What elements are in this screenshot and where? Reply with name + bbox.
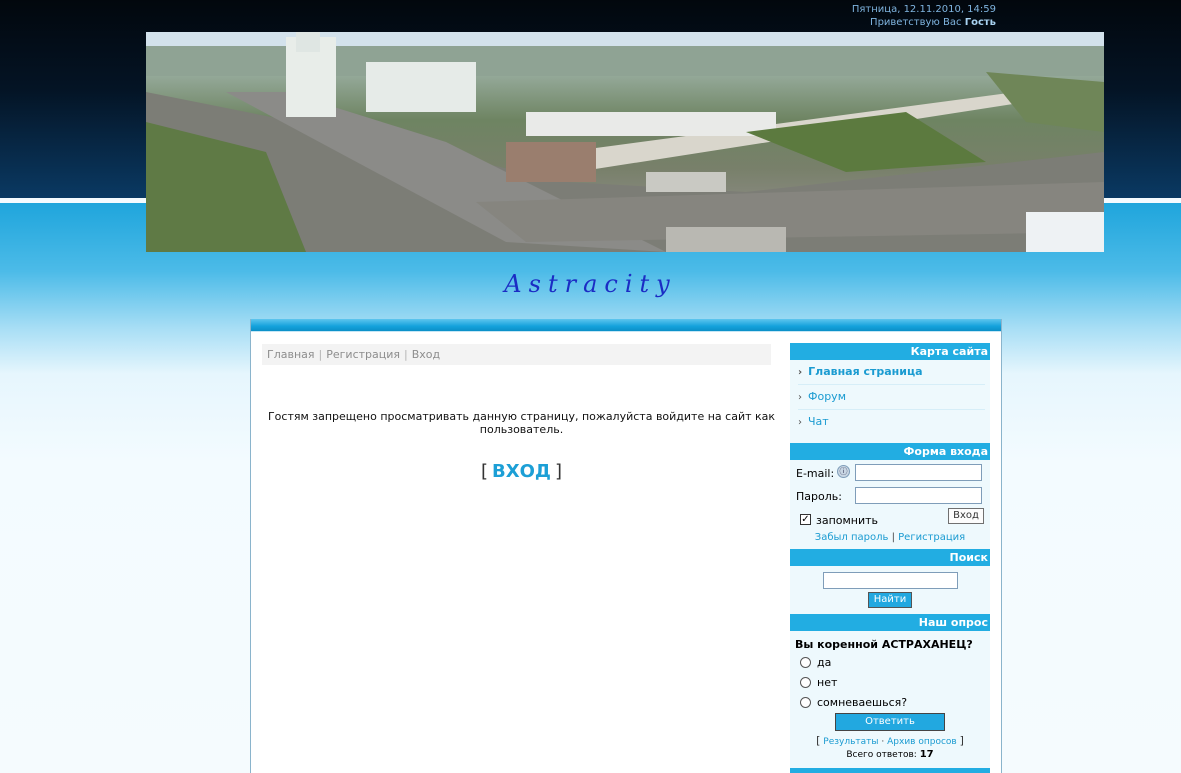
poll-option[interactable]: да <box>790 653 990 673</box>
breadcrumb-separator: | <box>318 348 323 361</box>
poll-option-label: нет <box>817 676 838 689</box>
remember-checkbox[interactable]: ✓ <box>800 514 811 525</box>
sitemap-item-chat[interactable]: › Чат <box>798 410 985 434</box>
header-info: Пятница, 12.11.2010, 14:59 Приветствую В… <box>852 3 996 29</box>
search-input[interactable] <box>822 572 958 589</box>
poll-bracket-open: [ <box>816 734 821 747</box>
openid-icon[interactable]: ⓘ <box>837 465 850 478</box>
poll-archive-link[interactable]: Архив опросов <box>887 737 957 747</box>
password-row: Пароль: <box>790 485 990 508</box>
password-field[interactable] <box>855 487 982 504</box>
poll-bracket-close: ] <box>959 734 964 747</box>
content-container: Главная | Регистрация | Вход Гостям запрещен… <box>250 319 1002 773</box>
login-links: Забыл пароль | Регистрация <box>790 531 990 545</box>
greeting-user: Гость <box>964 17 996 28</box>
email-row: E-mail: ⓘ <box>790 462 990 485</box>
radio-button[interactable] <box>800 697 811 708</box>
poll-question: Вы коренной АСТРАХАНЕЦ? <box>795 638 973 651</box>
poll-total-label: Всего ответов: <box>846 750 917 760</box>
poll-option-label: да <box>817 656 832 669</box>
search-title: Поиск <box>790 549 990 566</box>
sitemap-item-label: Главная страница <box>808 365 923 378</box>
sitemap-item-home[interactable]: › Главная страница <box>798 360 985 385</box>
breadcrumb-login-link[interactable]: Вход <box>412 348 440 361</box>
chevron-right-icon: › <box>798 417 802 428</box>
sidebar-bottom-bar <box>790 768 990 773</box>
remember-label: запомнить <box>816 514 879 527</box>
login-submit-button[interactable]: Вход <box>948 508 984 524</box>
chevron-right-icon: › <box>798 367 803 378</box>
breadcrumb-separator: | <box>404 348 408 361</box>
poll-option[interactable]: нет <box>790 673 990 693</box>
sitemap-item-forum[interactable]: › Форум <box>798 385 985 410</box>
search-button[interactable]: Найти <box>868 592 912 608</box>
poll-vote-button[interactable]: Ответить <box>835 713 945 731</box>
sitemap-item-label: Чат <box>808 415 829 428</box>
login-form-title: Форма входа <box>790 443 990 460</box>
access-denied-message: Гостям запрещено просматривать данную ст… <box>267 410 776 436</box>
breadcrumb: Главная | Регистрация | Вход <box>262 344 771 365</box>
sitemap-title: Карта сайта <box>790 343 990 360</box>
forgot-password-link[interactable]: Забыл пароль <box>815 532 889 543</box>
poll-total-value: 17 <box>919 749 934 760</box>
breadcrumb-register-link[interactable]: Регистрация <box>326 348 400 361</box>
poll-links: [ Результаты · Архив опросов ] <box>790 731 990 748</box>
register-link[interactable]: Регистрация <box>898 532 965 543</box>
poll-option[interactable]: сомневаешься? <box>790 693 990 713</box>
poll-option-label: сомневаешься? <box>817 696 908 709</box>
email-label: E-mail: <box>796 467 835 480</box>
enter-bracket-open: [ <box>481 461 489 482</box>
greeting-text: Приветствую Вас <box>870 17 962 28</box>
poll-bullet: · <box>881 737 885 747</box>
sitemap-item-label: Форум <box>808 390 846 403</box>
poll-results-link[interactable]: Результаты <box>823 737 878 747</box>
poll-title: Наш опрос <box>790 614 990 631</box>
email-field[interactable] <box>855 464 982 481</box>
enter-link-wrapper: [ВХОД] <box>262 461 781 482</box>
current-datetime: Пятница, 12.11.2010, 14:59 <box>851 4 996 15</box>
links-separator: | <box>891 532 895 543</box>
enter-bracket-close: ] <box>554 461 562 482</box>
header-banner-photo <box>146 32 1104 252</box>
container-top-bar <box>251 319 1001 332</box>
enter-link[interactable]: ВХОД <box>488 461 555 482</box>
radio-button[interactable] <box>800 677 811 688</box>
site-title: Astracity <box>504 270 677 298</box>
remember-row: ✓ запомнить Вход <box>790 508 990 531</box>
sidebar: Карта сайта › Главная страница › Форум › Ча… <box>790 343 990 773</box>
greeting-line: Приветствую Вас Гость <box>852 16 996 29</box>
breadcrumb-home-link[interactable]: Главная <box>267 348 315 361</box>
sitemap-menu: › Главная страница › Форум › Чат <box>790 360 990 434</box>
radio-button[interactable] <box>800 657 811 668</box>
password-label: Пароль: <box>796 490 842 503</box>
city-panorama-image <box>146 32 1104 252</box>
chevron-right-icon: › <box>798 392 802 403</box>
poll-total: Всего ответов: 17 <box>790 748 990 762</box>
